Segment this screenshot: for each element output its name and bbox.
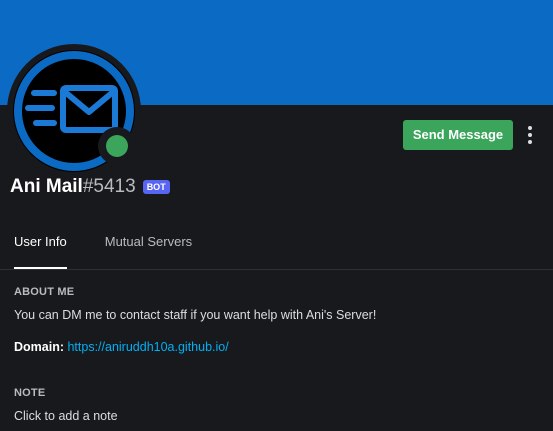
domain-link[interactable]: https://aniruddh10a.github.io/ bbox=[67, 340, 228, 354]
send-message-button[interactable]: Send Message bbox=[403, 120, 513, 150]
tab-mutual-servers[interactable]: Mutual Servers bbox=[105, 233, 192, 269]
user-name-row: Ani Mail #5413 BOT bbox=[10, 175, 170, 199]
username: Ani Mail bbox=[10, 176, 83, 197]
avatar[interactable] bbox=[7, 44, 141, 178]
more-vertical-icon[interactable] bbox=[522, 123, 538, 147]
note-heading: NOTE bbox=[14, 387, 46, 399]
profile-tabs: User Info Mutual Servers bbox=[14, 233, 192, 269]
bot-badge: BOT bbox=[142, 180, 170, 194]
tab-user-info[interactable]: User Info bbox=[14, 233, 67, 269]
about-me-heading: ABOUT ME bbox=[14, 286, 75, 298]
domain-row: Domain: https://aniruddh10a.github.io/ bbox=[14, 340, 229, 354]
online-status-icon bbox=[106, 135, 128, 157]
about-me-text: You can DM me to contact staff if you wa… bbox=[14, 308, 377, 322]
note-input[interactable]: Click to add a note bbox=[14, 409, 118, 423]
tabs-divider bbox=[0, 269, 553, 270]
status-indicator bbox=[98, 127, 136, 165]
discriminator: #5413 bbox=[82, 176, 136, 197]
domain-label: Domain: bbox=[14, 340, 64, 354]
